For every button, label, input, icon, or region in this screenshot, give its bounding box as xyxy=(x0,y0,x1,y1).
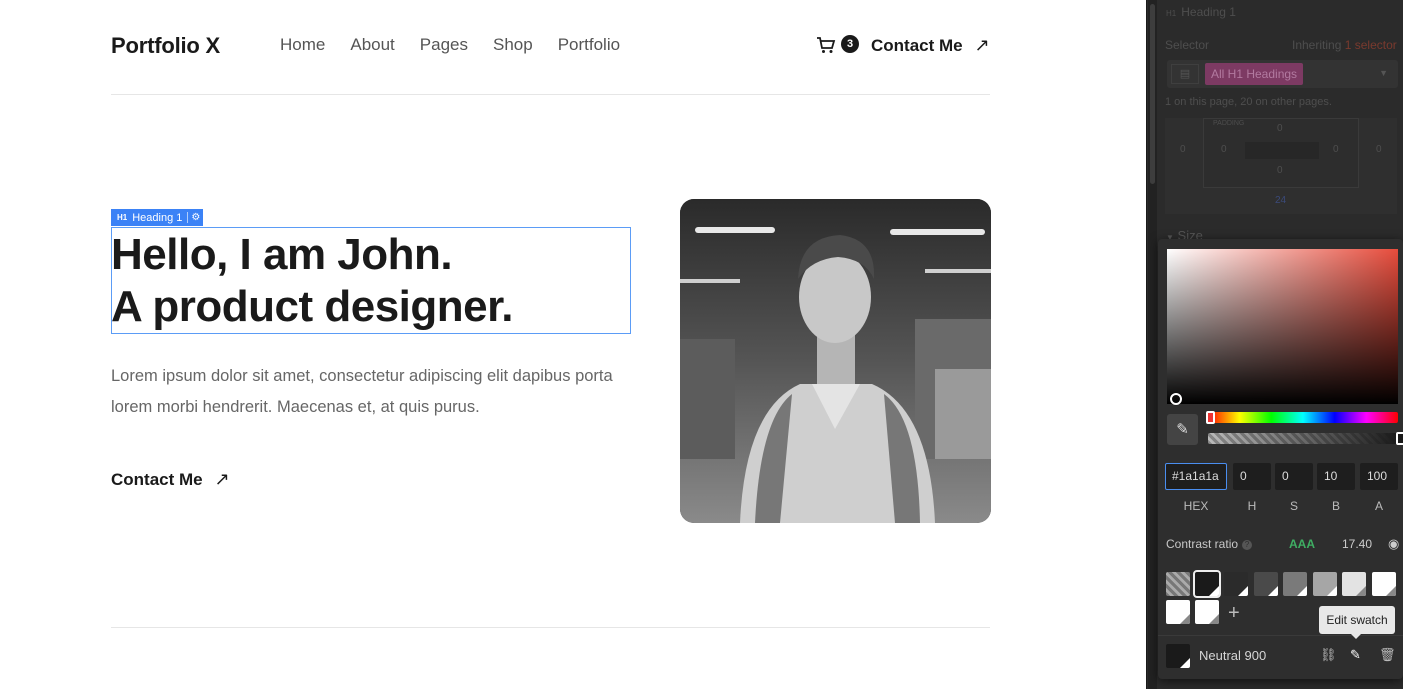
selected-swatch-preview xyxy=(1166,644,1190,668)
h1-type-icon: H1 xyxy=(117,213,128,222)
hero-contact-link[interactable]: Contact Me ↗ xyxy=(111,469,230,490)
unlink-swatch-icon[interactable]: ⛓ xyxy=(1320,647,1337,663)
eye-icon[interactable]: ◉ xyxy=(1388,536,1399,552)
hero-paragraph: Lorem ipsum dolor sit amet, consectetur … xyxy=(111,367,613,416)
contrast-ratio-label: Contrast ratio? xyxy=(1166,537,1253,551)
arrow-up-right-icon: ↗ xyxy=(974,35,990,55)
padding-bottom[interactable]: 0 xyxy=(1277,165,1283,176)
padding-label: PADDING xyxy=(1213,120,1245,127)
picker-divider xyxy=(1158,635,1403,636)
portrait-photo[interactable] xyxy=(680,199,991,523)
selector-field[interactable]: ▤ All H1 Headings ▼ xyxy=(1167,60,1398,88)
main-nav: Home About Pages Shop Portfolio xyxy=(280,35,645,55)
margin-left[interactable]: 0 xyxy=(1180,144,1186,155)
cart-count-badge: 3 xyxy=(841,35,859,53)
hero-heading-line-1: Hello, I am John. xyxy=(111,230,453,279)
box-model-editor: PADDING 0 0 0 0 0 0 24 xyxy=(1165,118,1397,214)
help-icon[interactable]: ? xyxy=(1242,540,1253,550)
brightness-input[interactable]: 10 xyxy=(1317,463,1355,490)
swatch-white-2[interactable] xyxy=(1166,600,1190,624)
padding-left[interactable]: 0 xyxy=(1221,144,1227,155)
inheriting-selector-link[interactable]: 1 selector xyxy=(1345,38,1397,52)
swatch-neutral-900[interactable] xyxy=(1193,570,1221,598)
chevron-down-icon[interactable]: ▼ xyxy=(1379,68,1388,78)
hue-slider-handle[interactable] xyxy=(1206,411,1215,424)
padding-right[interactable]: 0 xyxy=(1333,144,1339,155)
hue-input[interactable]: 0 xyxy=(1233,463,1271,490)
selector-type-icon[interactable]: ▤ xyxy=(1171,64,1199,84)
nav-contact-label: Contact Me xyxy=(871,35,963,55)
panel-header: H1 Heading 1 xyxy=(1166,5,1236,19)
contrast-value: 17.40 xyxy=(1342,537,1373,551)
selector-usage-note: 1 on this page, 20 on other pages. xyxy=(1165,96,1332,108)
section-divider xyxy=(111,627,990,628)
inheriting-label: Inheriting 1 selector xyxy=(1292,38,1397,52)
nav-link-about[interactable]: About xyxy=(350,35,394,55)
b-label: B xyxy=(1331,499,1340,513)
designer-workspace: Portfolio X Home About Pages Shop Portfo… xyxy=(0,0,1403,689)
contrast-grade: AAA xyxy=(1289,537,1315,551)
s-label: S xyxy=(1289,499,1298,513)
edit-swatch-icon[interactable]: ✎ xyxy=(1350,647,1361,663)
swatch-neutral-700[interactable] xyxy=(1254,572,1278,596)
cart-icon xyxy=(817,37,836,53)
saturation-input[interactable]: 0 xyxy=(1275,463,1313,490)
selector-chip[interactable]: All H1 Headings xyxy=(1205,63,1304,85)
element-selection-tag[interactable]: H1 Heading 1 ⚙ xyxy=(111,209,204,226)
h1-type-icon: H1 xyxy=(1166,9,1177,18)
selected-swatch-name: Neutral 900 xyxy=(1199,648,1267,663)
alpha-slider-handle[interactable] xyxy=(1396,432,1403,445)
canvas-page: Portfolio X Home About Pages Shop Portfo… xyxy=(0,0,1146,689)
gear-icon[interactable]: ⚙ xyxy=(187,212,200,223)
arrow-up-right-icon: ↗ xyxy=(214,469,230,489)
a-label: A xyxy=(1374,499,1383,513)
trash-icon[interactable]: 🗑 xyxy=(1379,647,1396,663)
add-swatch-button[interactable]: + xyxy=(1228,602,1240,625)
swatch-neutral-500[interactable] xyxy=(1283,572,1307,596)
panel-header-label: Heading 1 xyxy=(1181,5,1236,19)
selection-tag-label: Heading 1 xyxy=(132,211,183,224)
nav-link-portfolio[interactable]: Portfolio xyxy=(558,35,620,55)
hue-slider[interactable] xyxy=(1206,411,1398,424)
h-label: H xyxy=(1247,499,1257,513)
nav-contact-link[interactable]: Contact Me ↗ xyxy=(871,35,990,56)
swatch-white[interactable] xyxy=(1372,572,1396,596)
site-logo[interactable]: Portfolio X xyxy=(111,33,220,59)
alpha-input[interactable]: 100 xyxy=(1360,463,1398,490)
nav-link-home[interactable]: Home xyxy=(280,35,325,55)
selector-label: Selector xyxy=(1165,38,1210,52)
swatch-neutral-200[interactable] xyxy=(1342,572,1366,596)
header-divider xyxy=(111,94,990,95)
panel-scrollbar[interactable] xyxy=(1148,0,1157,689)
hex-input[interactable]: #1a1a1a xyxy=(1165,463,1227,490)
swatch-white-3[interactable] xyxy=(1195,600,1219,624)
cart-button[interactable]: 3 xyxy=(816,35,860,55)
portrait-illustration xyxy=(680,199,991,523)
swatch-transparent[interactable] xyxy=(1166,572,1190,596)
saturation-brightness-area[interactable] xyxy=(1167,249,1398,405)
eyedropper-icon[interactable]: ✎ xyxy=(1167,414,1198,445)
hero-contact-label: Contact Me xyxy=(111,469,203,489)
alpha-slider[interactable] xyxy=(1208,432,1403,445)
margin-right[interactable]: 0 xyxy=(1376,144,1382,155)
swatch-neutral-400[interactable] xyxy=(1313,572,1337,596)
edit-swatch-tooltip: Edit swatch xyxy=(1319,606,1395,639)
hero-heading[interactable]: Hello, I am John. A product designer. xyxy=(111,229,514,333)
sv-handle[interactable] xyxy=(1170,393,1182,405)
hex-label: HEX xyxy=(1183,499,1209,513)
nav-link-pages[interactable]: Pages xyxy=(420,35,468,55)
swatch-neutral-800[interactable] xyxy=(1224,572,1248,596)
padding-top[interactable]: 0 xyxy=(1277,123,1283,134)
nav-link-shop[interactable]: Shop xyxy=(493,35,533,55)
margin-bottom[interactable]: 24 xyxy=(1275,195,1286,206)
hero-heading-line-2: A product designer. xyxy=(111,282,514,331)
